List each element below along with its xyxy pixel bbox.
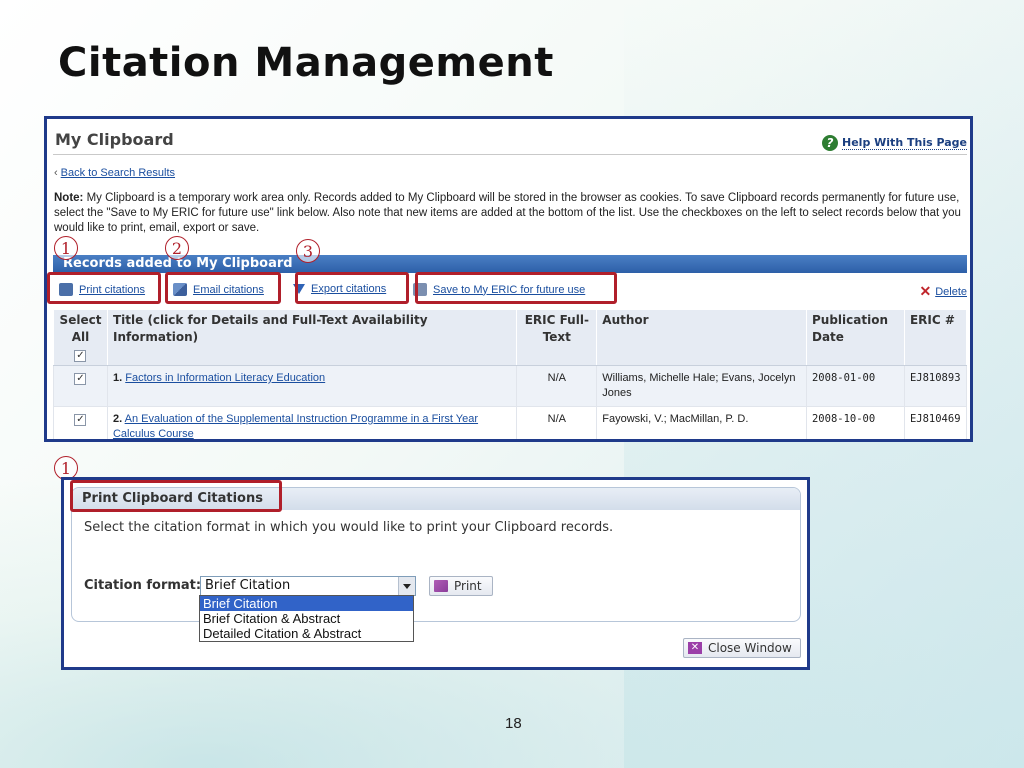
clipboard-header: My Clipboard ? Help With This Page [53,129,967,155]
print-button-label: Print [454,579,482,593]
help-link[interactable]: ? Help With This Page [822,135,967,151]
note-label: Note: [54,192,84,204]
back-to-search-link[interactable]: ‹ Back to Search Results [54,167,175,179]
row-title-cell: 2. An Evaluation of the Supplemental Ins… [106,406,518,439]
row-title-cell: 1. Factors in Information Literacy Educa… [106,365,518,407]
col-fulltext: ERIC Full-Text [516,309,598,366]
row-fulltext: N/A [516,365,598,407]
close-window-label: Close Window [708,641,792,655]
callout-email-highlight [165,272,281,304]
callout-save-highlight [415,272,617,304]
row-eric-number: EJ810893 [903,365,968,407]
row-author: Williams, Michelle Hale; Evans, Jocelyn … [596,365,807,407]
row-select-cell: ✓ [53,406,108,439]
select-all-checkbox[interactable]: ✓ [74,350,87,362]
help-link-label: Help With This Page [842,136,967,150]
dropdown-option[interactable]: Brief Citation & Abstract [200,611,413,626]
callout-print-highlight [47,272,161,304]
col-author: Author [596,309,807,366]
delete-icon: ✕ [919,283,932,299]
row-author: Fayowski, V.; MacMillan, P. D. [596,406,807,439]
row-title-link[interactable]: An Evaluation of the Supplemental Instru… [113,413,478,439]
table-row: ✓ 1. Factors in Information Literacy Edu… [53,365,968,407]
callout-number-3: 3 [296,239,320,263]
chevron-down-icon[interactable] [398,577,415,595]
close-icon: ✕ [688,642,702,654]
print-button[interactable]: Print [429,576,493,596]
col-select-all: Select All ✓ [53,309,108,366]
col-ericnum: ERIC # [903,309,968,366]
help-icon: ? [822,135,839,151]
select-all-label: Select All [59,313,102,344]
col-pubdate: Publication Date [805,309,905,366]
page-number: 18 [505,715,522,732]
back-link-label: Back to Search Results [60,167,176,179]
table-row: ✓ 2. An Evaluation of the Supplemental I… [53,406,968,439]
records-header-bar: Records added to My Clipboard [53,255,967,273]
chevron-left-icon: ‹ [54,167,58,179]
row-checkbox[interactable]: ✓ [74,373,87,385]
dropdown-option[interactable]: Detailed Citation & Abstract [200,626,413,641]
delete-link[interactable]: ✕ Delete [919,283,967,300]
print-icon [434,580,448,592]
col-title: Title (click for Details and Full-Text A… [106,309,518,366]
clipboard-table: Select All ✓ Title (click for Details an… [53,309,968,439]
delete-label: Delete [935,285,967,298]
row-eric-number: EJ810469 [903,406,968,439]
callout-export-highlight [295,272,409,304]
callout-number-2: 2 [165,236,189,260]
citation-format-value: Brief Citation [205,578,291,593]
citation-format-dropdown: Brief Citation Brief Citation & Abstract… [199,595,414,642]
citation-format-label: Citation format: [84,578,202,593]
callout-number-1: 1 [54,236,78,260]
citation-format-select[interactable]: Brief Citation [200,576,416,596]
row-date: 2008-10-00 [805,406,905,439]
dropdown-option[interactable]: Brief Citation [200,596,413,611]
slide-title: Citation Management [58,40,554,86]
clipboard-title: My Clipboard [55,130,174,149]
clipboard-note: Note: My Clipboard is a temporary work a… [54,191,964,236]
row-checkbox[interactable]: ✓ [74,414,87,426]
row-date: 2008-01-00 [805,365,905,407]
row-number: 1. [112,372,123,384]
callout-print-dialog-highlight [70,480,282,512]
print-dialog-description: Select the citation format in which you … [84,520,614,535]
row-select-cell: ✓ [53,365,108,407]
row-title-link[interactable]: Factors in Information Literacy Educatio… [125,372,325,384]
close-window-button[interactable]: ✕ Close Window [683,638,801,658]
row-number: 2. [112,413,123,425]
row-fulltext: N/A [516,406,598,439]
note-text: My Clipboard is a temporary work area on… [54,192,961,234]
